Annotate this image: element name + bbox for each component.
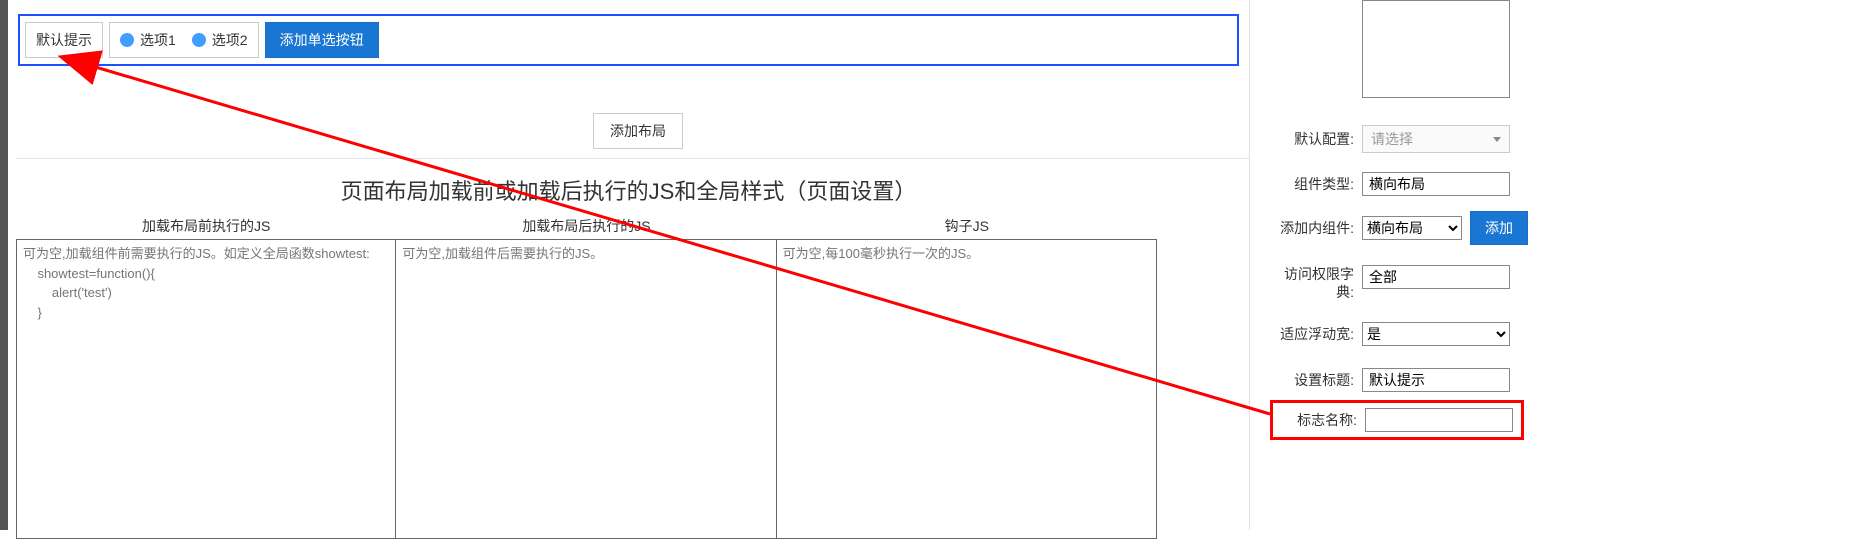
- radio-icon: [192, 33, 206, 47]
- layout-title-text: 默认提示: [36, 30, 92, 50]
- divider: [16, 158, 1249, 159]
- select-float-width[interactable]: 是: [1362, 322, 1510, 346]
- select-inner-component[interactable]: 横向布局: [1362, 216, 1462, 240]
- row-float-width: 适应浮动宽: 是: [1270, 322, 1510, 346]
- label-float-width: 适应浮动宽:: [1270, 324, 1362, 344]
- select-placeholder: 请选择: [1371, 129, 1413, 149]
- radio-group[interactable]: 选项1 选项2: [109, 22, 259, 58]
- js-after-textarea[interactable]: [396, 239, 776, 539]
- add-inner-component-button[interactable]: 添加: [1470, 211, 1528, 245]
- row-access-dict: 访问权限字典:: [1270, 265, 1510, 301]
- js-hook-col: 钩子JS: [777, 213, 1157, 539]
- js-editor-columns: 加载布局前执行的JS 加载布局后执行的JS 钩子JS: [16, 213, 1157, 539]
- js-hook-textarea[interactable]: [777, 239, 1157, 539]
- label-inner-component: 添加内组件:: [1270, 218, 1362, 238]
- js-before-textarea[interactable]: [16, 239, 396, 539]
- input-component-type[interactable]: [1362, 172, 1510, 196]
- js-before-header: 加载布局前执行的JS: [16, 213, 396, 239]
- add-layout-button[interactable]: 添加布局: [593, 113, 683, 149]
- page-settings-title: 页面布局加载前或加载后执行的JS和全局样式（页面设置）: [8, 174, 1249, 206]
- input-set-title[interactable]: [1362, 368, 1510, 392]
- canvas-area: 默认提示 选项1 选项2 添加单选按钮 添加布局 页面布局加载前或加载后执行的J…: [0, 0, 1250, 530]
- radio-label: 选项2: [212, 30, 248, 50]
- js-before-col: 加载布局前执行的JS: [16, 213, 396, 539]
- row-component-type: 组件类型:: [1270, 172, 1510, 196]
- label-access-dict: 访问权限字典:: [1270, 265, 1362, 301]
- js-hook-header: 钩子JS: [777, 213, 1157, 239]
- chevron-down-icon: [1493, 137, 1501, 142]
- radio-option-2[interactable]: 选项2: [192, 30, 248, 50]
- properties-panel: 默认配置: 请选择 组件类型: 添加内组件: 横向布局 添加 访问权限字典: 适…: [1262, 0, 1852, 530]
- input-mark-name[interactable]: [1365, 408, 1513, 432]
- input-access-dict[interactable]: [1362, 265, 1510, 289]
- label-default-config: 默认配置:: [1270, 129, 1362, 149]
- label-component-type: 组件类型:: [1270, 174, 1362, 194]
- select-default-config[interactable]: 请选择: [1362, 125, 1510, 153]
- radio-icon: [120, 33, 134, 47]
- label-set-title: 设置标题:: [1270, 370, 1362, 390]
- layout-title-badge: 默认提示: [25, 22, 103, 58]
- radio-option-1[interactable]: 选项1: [120, 30, 176, 50]
- selected-layout-container[interactable]: 默认提示 选项1 选项2 添加单选按钮: [18, 14, 1239, 66]
- add-radio-button[interactable]: 添加单选按钮: [265, 22, 379, 58]
- js-after-col: 加载布局后执行的JS: [396, 213, 776, 539]
- label-mark-name: 标志名称:: [1295, 410, 1365, 430]
- row-set-title: 设置标题:: [1270, 368, 1510, 392]
- radio-label: 选项1: [140, 30, 176, 50]
- preview-box[interactable]: [1362, 0, 1510, 98]
- row-default-config: 默认配置: 请选择: [1270, 125, 1510, 153]
- js-after-header: 加载布局后执行的JS: [396, 213, 776, 239]
- row-mark-name: 标志名称:: [1270, 400, 1524, 440]
- row-inner-component: 添加内组件: 横向布局 添加: [1270, 211, 1528, 245]
